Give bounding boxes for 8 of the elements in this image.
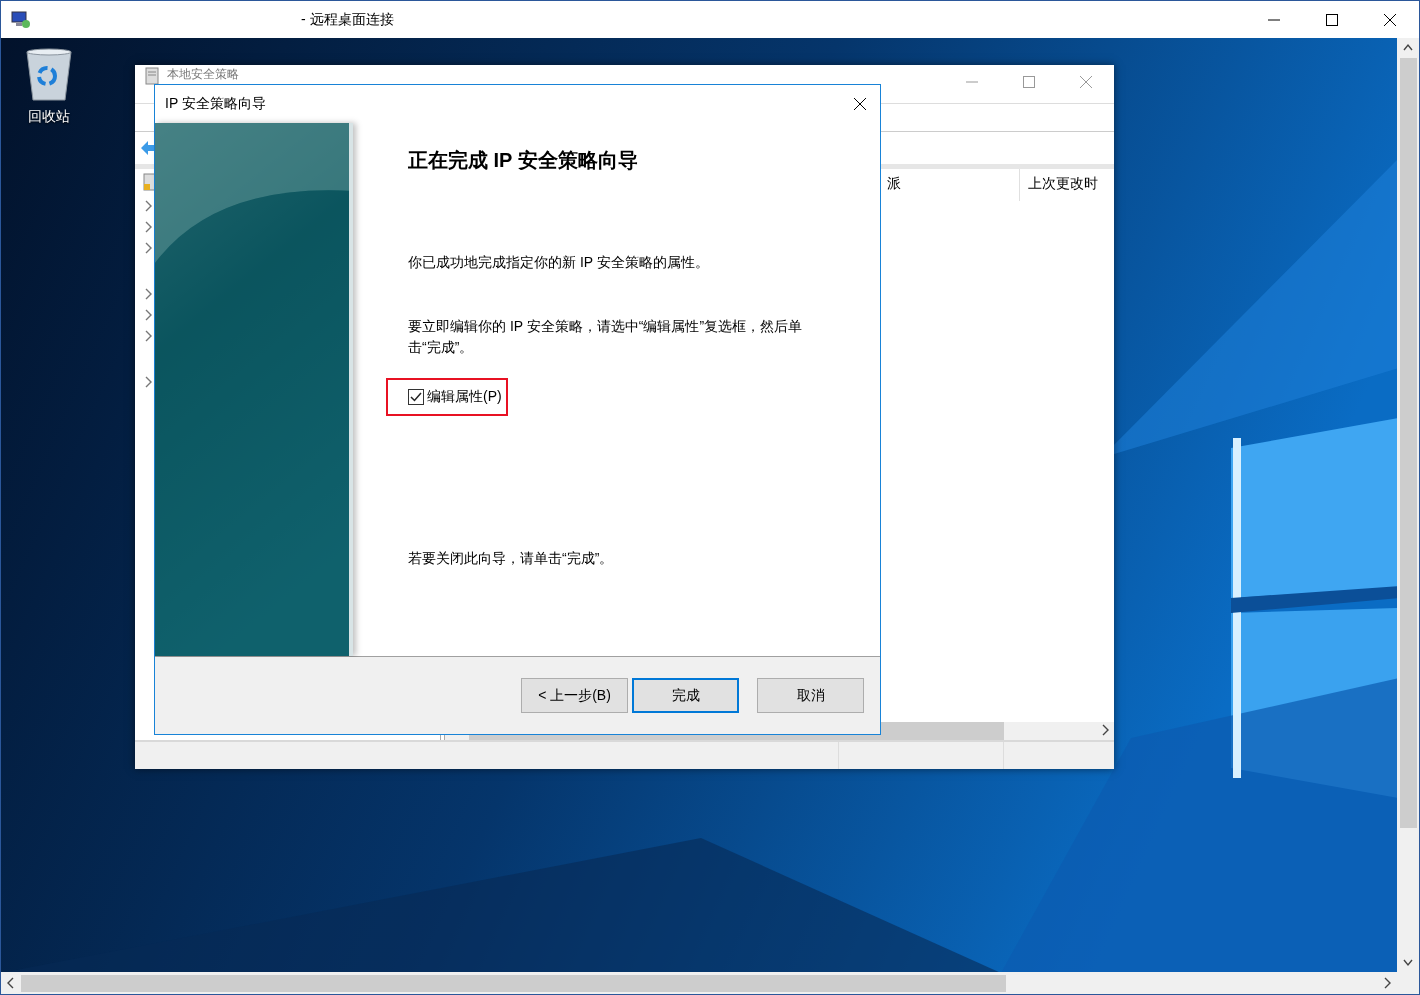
chevron-icon[interactable] [6,977,16,989]
remote-desktop-icon [11,10,31,29]
chevron-icon[interactable] [1382,977,1392,989]
maximize-icon [1326,13,1338,26]
scrollbar-thumb[interactable] [21,974,1006,992]
close-icon [1384,13,1396,26]
scrollbar-thumb[interactable] [1399,58,1417,828]
window-title: - 远程桌面连接 [301,10,394,29]
